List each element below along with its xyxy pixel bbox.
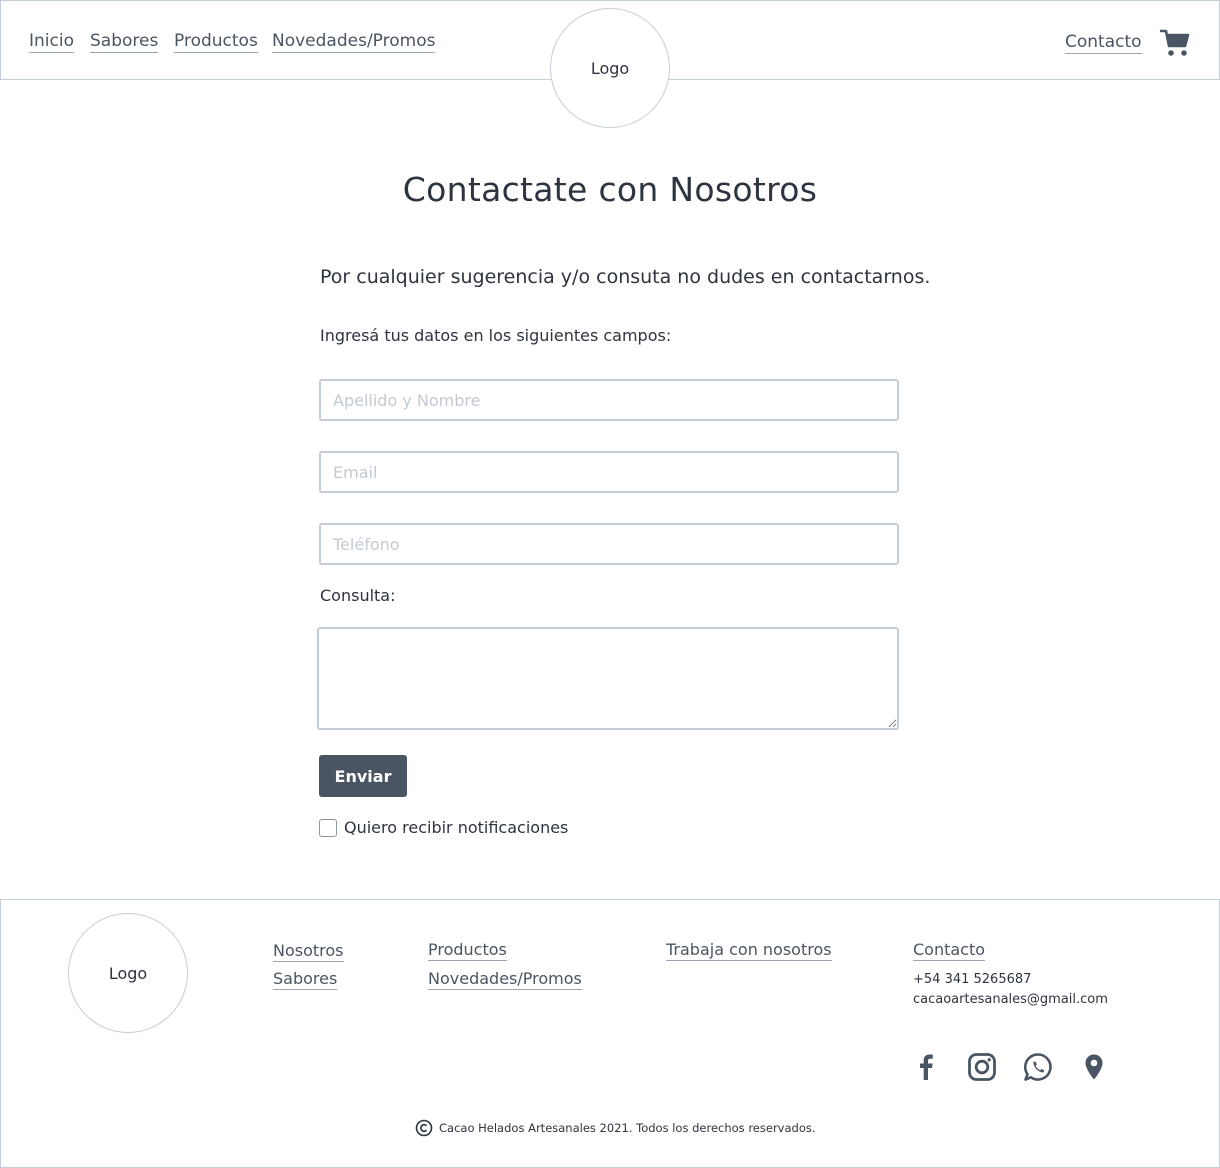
nav-link-novedades[interactable]: Novedades/Promos: [272, 31, 436, 53]
email-input[interactable]: [319, 451, 899, 493]
shopping-cart-icon[interactable]: [1160, 28, 1190, 58]
footer-email: cacaoartesanales@gmail.com: [913, 992, 1108, 1007]
footer-link-nosotros[interactable]: Nosotros: [273, 941, 344, 962]
form-instructions: Ingresá tus datos en los siguientes camp…: [320, 326, 672, 345]
phone-input[interactable]: [319, 523, 899, 565]
submit-button[interactable]: Enviar: [319, 755, 407, 797]
footer-logo[interactable]: Logo: [68, 913, 188, 1033]
notifications-checkbox[interactable]: [319, 818, 337, 837]
page-title: Contactate con Nosotros: [402, 170, 818, 209]
footer-phone: +54 341 5265687: [913, 972, 1032, 987]
header-logo[interactable]: Logo: [550, 8, 670, 128]
footer-logo-text: Logo: [108, 963, 148, 983]
facebook-icon[interactable]: [911, 1052, 941, 1082]
site-footer: Logo Nosotros Sabores Productos Novedade…: [0, 899, 1220, 1168]
header-logo-text: Logo: [590, 58, 630, 78]
notifications-option[interactable]: Quiero recibir notificaciones: [319, 818, 568, 837]
consulta-textarea[interactable]: [317, 627, 899, 730]
whatsapp-icon[interactable]: [1023, 1052, 1053, 1082]
copyright: Cacao Helados Artesanales 2021. Todos lo…: [415, 1119, 816, 1137]
location-pin-icon[interactable]: [1079, 1052, 1109, 1082]
notifications-label: Quiero recibir notificaciones: [344, 818, 569, 837]
nav-link-inicio[interactable]: Inicio: [29, 31, 74, 53]
footer-link-sabores[interactable]: Sabores: [273, 969, 338, 990]
footer-link-trabaja[interactable]: Trabaja con nosotros: [666, 940, 832, 961]
consulta-label: Consulta:: [320, 586, 396, 605]
site-header: Inicio Sabores Productos Novedades/Promo…: [0, 0, 1220, 128]
footer-link-productos[interactable]: Productos: [428, 940, 507, 961]
copyright-text: Cacao Helados Artesanales 2021. Todos lo…: [439, 1121, 816, 1135]
intro-text: Por cualquier sugerencia y/o consuta no …: [320, 266, 931, 288]
name-input[interactable]: [319, 379, 899, 421]
footer-link-novedades[interactable]: Novedades/Promos: [428, 969, 582, 990]
nav-link-productos[interactable]: Productos: [174, 31, 258, 53]
copyright-icon: [415, 1119, 433, 1137]
footer-link-contacto[interactable]: Contacto: [913, 940, 986, 961]
nav-link-contacto[interactable]: Contacto: [1065, 32, 1142, 54]
instagram-icon[interactable]: [967, 1052, 997, 1082]
nav-link-sabores[interactable]: Sabores: [90, 31, 159, 53]
